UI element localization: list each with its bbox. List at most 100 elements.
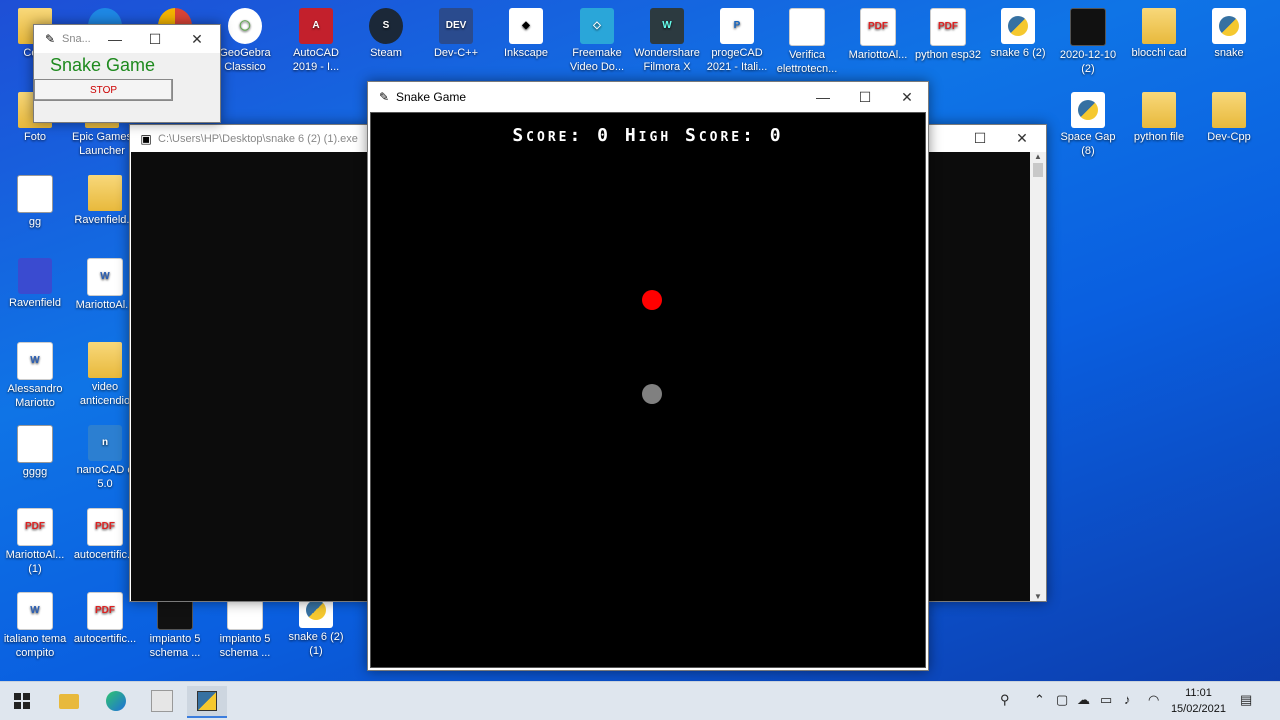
desktop-icon[interactable]: Ravenfield [0,258,70,310]
desktop-icon[interactable]: Space Gap (8) [1053,92,1123,158]
background-titlebar[interactable]: ☐ ✕ [929,125,1046,152]
desktop-icon[interactable]: ◆ Inkscape [491,8,561,60]
ink-icon: ◆ [509,8,543,44]
console-title: C:\Users\HP\Desktop\snake 6 (2) (1).exe [158,132,358,145]
meet-now-icon[interactable]: ▢ [1056,692,1068,708]
desktop-icon[interactable]: impianto 5 schema ... [210,592,280,660]
onedrive-icon[interactable]: ☁ [1077,692,1090,708]
desktop-icon[interactable]: snake 6 (2) [983,8,1053,60]
desktop-icon[interactable]: gggg [0,425,70,479]
edge-button[interactable] [96,686,136,716]
desktop-icon[interactable]: 2020-12-10 (2) [1053,8,1123,76]
folder-icon [1142,92,1176,128]
desktop-icon[interactable]: Dev-Cpp [1194,92,1264,144]
close-icon[interactable]: ✕ [176,25,218,53]
maximize-icon[interactable]: ☐ [959,125,1001,152]
desktop-icon[interactable]: A AutoCAD 2019 - I... [281,8,351,74]
word-icon: W [17,592,53,630]
close-icon[interactable]: ✕ [886,82,928,112]
word-icon: W [17,342,53,380]
desktop-icon[interactable]: impianto 5 schema ... [140,592,210,660]
control-window[interactable]: ✎ Sna... — ☐ ✕ Snake Game STOP [33,24,221,123]
desktop-icon[interactable]: Witaliano tema compito [0,592,70,660]
desktop-icon-label: Inkscape [503,47,549,59]
desktop-icon[interactable]: DEV Dev-C++ [421,8,491,60]
steam-icon: S [369,8,403,44]
pdf-icon: PDF [17,508,53,546]
desktop-icon-label: blocchi cad [1131,47,1187,59]
desktop-icon[interactable]: snake [1194,8,1264,60]
snake-game-window[interactable]: ✎ Snake Game — ☐ ✕ Score: 0 High Score: … [367,81,929,671]
desktop-icon-label: progeCAD 2021 - Itali... [706,47,768,73]
desktop-icon[interactable]: Verifica elettrotecn... [772,8,842,76]
doc-icon [789,8,825,46]
folder-icon [1142,8,1176,44]
control-body: Snake Game STOP [34,53,220,122]
minimize-icon[interactable]: — [802,82,844,112]
notification-icon[interactable]: ▤ [1240,692,1252,708]
scroll-thumb[interactable] [1033,163,1043,177]
raven-icon [18,258,52,294]
close-icon[interactable]: ✕ [1001,125,1043,152]
people-icon[interactable]: ⚲ [1000,692,1010,708]
desktop-icon[interactable]: PDF MariottoAl... [843,8,913,62]
maximize-icon[interactable]: ☐ [134,25,176,53]
volume-icon[interactable]: ♪ [1124,692,1131,707]
desktop-icon-label: impianto 5 schema ... [219,633,271,659]
geo-icon: ◯ [228,8,262,44]
battery-icon[interactable]: ▭ [1100,692,1112,708]
desktop-icon-label: Space Gap (8) [1060,131,1116,157]
desktop-icon[interactable]: python file [1124,92,1194,144]
desktop-icon[interactable]: PDF MariottoAl... (1) [0,508,70,576]
desktop-icon[interactable]: S Steam [351,8,421,60]
dark-icon [1070,8,1106,46]
start-button[interactable] [2,686,42,716]
maximize-icon[interactable]: ☐ [844,82,886,112]
python-idle-icon [151,690,173,712]
free-icon: ◇ [580,8,614,44]
desktop-icon[interactable]: gg [0,175,70,229]
desktop-icon-label: Wondershare Filmora X [634,47,700,73]
desktop-icon[interactable]: ◇ Freemake Video Do... [562,8,632,74]
scroll-up-icon[interactable]: ▲ [1030,152,1046,161]
background-window[interactable]: ☐ ✕ ▲ ▼ [928,124,1047,602]
scroll-down-icon[interactable]: ▼ [1030,592,1046,601]
minimize-icon[interactable]: — [94,25,136,53]
folder-icon [88,342,122,378]
py-icon [1071,92,1105,128]
control-titlebar[interactable]: ✎ Sna... — ☐ ✕ [34,25,220,53]
desktop-icon[interactable]: PprogeCAD 2021 - Itali... [702,8,772,74]
desktop-icon-label: 2020-12-10 (2) [1059,49,1117,75]
desktop-icon-label: italiano tema compito [3,633,67,659]
scrollbar[interactable]: ▲ ▼ [1030,152,1046,601]
desktop-icon[interactable]: blocchi cad [1124,8,1194,60]
feather-icon: ✎ [378,90,390,104]
python-idle-button[interactable] [142,686,182,716]
desktop-icon[interactable]: PDF python esp32 [913,8,983,62]
py-icon [1212,8,1246,44]
desktop-icon-label: autocertific... [73,633,137,645]
feather-icon: ✎ [44,32,56,46]
desktop-icon-label: Dev-C++ [433,47,479,59]
desktop-icon[interactable]: W Alessandro Mariotto [0,342,70,410]
chevron-up-icon[interactable]: ⌃ [1034,692,1045,708]
snake-titlebar[interactable]: ✎ Snake Game — ☐ ✕ [368,82,928,112]
game-canvas[interactable]: Score: 0 High Score: 0 [370,112,926,668]
snake-exe-button[interactable] [187,686,227,718]
desktop-icon-label: snake [1214,47,1244,59]
python-exe-icon: ▣ [140,131,152,146]
stop-button[interactable]: STOP [34,79,173,101]
desktop-icon-label: Ravenfield [9,297,61,309]
py-icon [1001,8,1035,44]
wifi-icon[interactable]: ◠ [1148,692,1159,708]
clock[interactable]: 11:01 15/02/2021 [1171,685,1226,717]
desktop-icon-label: MariottoAl... [848,49,908,61]
desktop-icon[interactable]: W Wondershare Filmora X [632,8,702,74]
nano-icon: n [88,425,122,461]
console-window[interactable]: ▣ C:\Users\HP\Desktop\snake 6 (2) (1).ex… [129,124,370,602]
console-titlebar[interactable]: ▣ C:\Users\HP\Desktop\snake 6 (2) (1).ex… [130,125,369,152]
snake-head [642,384,662,404]
desktop-icon-label: gg [28,216,42,228]
console-output [131,152,369,601]
file-explorer-button[interactable] [49,686,89,716]
